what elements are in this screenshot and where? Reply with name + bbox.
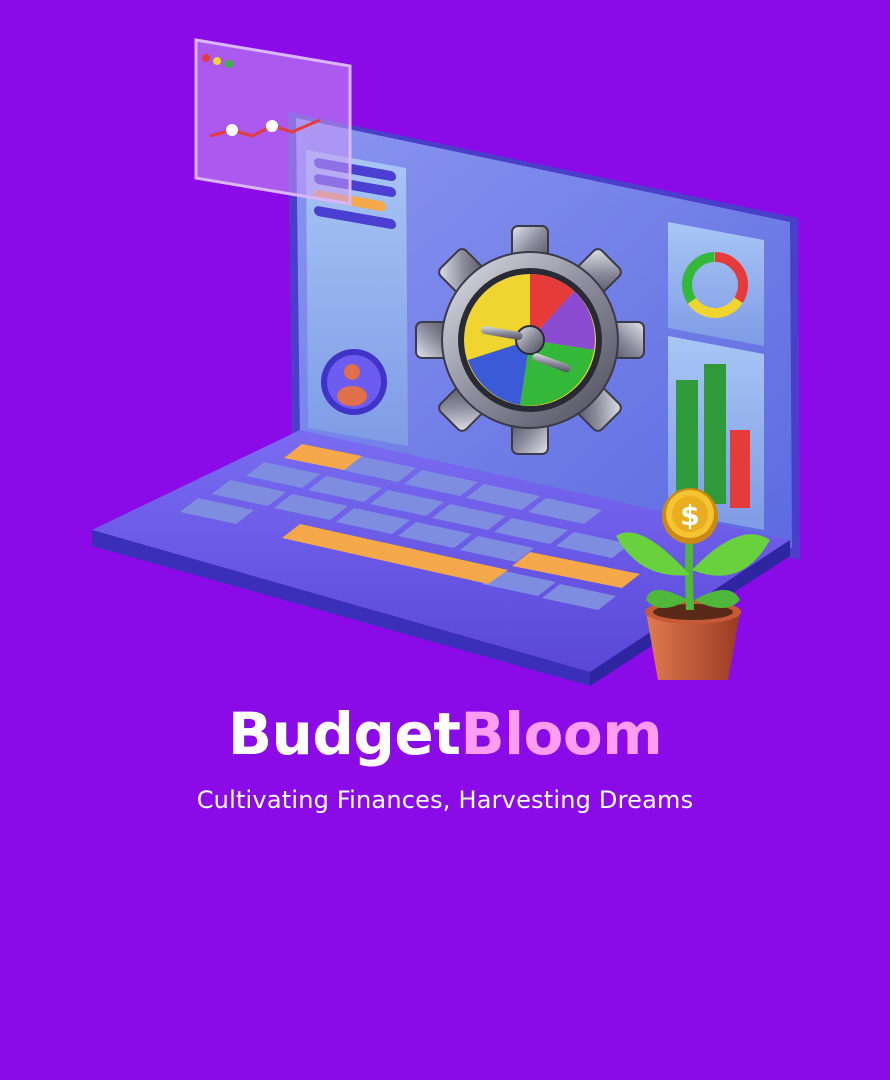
- dollar-coin-icon: $: [662, 488, 718, 544]
- brand-name-part2: Bloom: [460, 700, 663, 768]
- user-avatar-icon: [321, 349, 387, 415]
- donut-chart-icon: [668, 222, 764, 346]
- brand-name-part1: Budget: [227, 700, 461, 768]
- svg-text:$: $: [680, 499, 699, 532]
- gear-pie-chart-icon: [415, 225, 645, 455]
- laptop-finance-illustration: $: [92, 38, 800, 686]
- brand-title: BudgetBloom: [0, 694, 890, 774]
- brand-tagline: Cultivating Finances, Harvesting Dreams: [196, 786, 694, 814]
- line-chart-icon: [194, 38, 352, 206]
